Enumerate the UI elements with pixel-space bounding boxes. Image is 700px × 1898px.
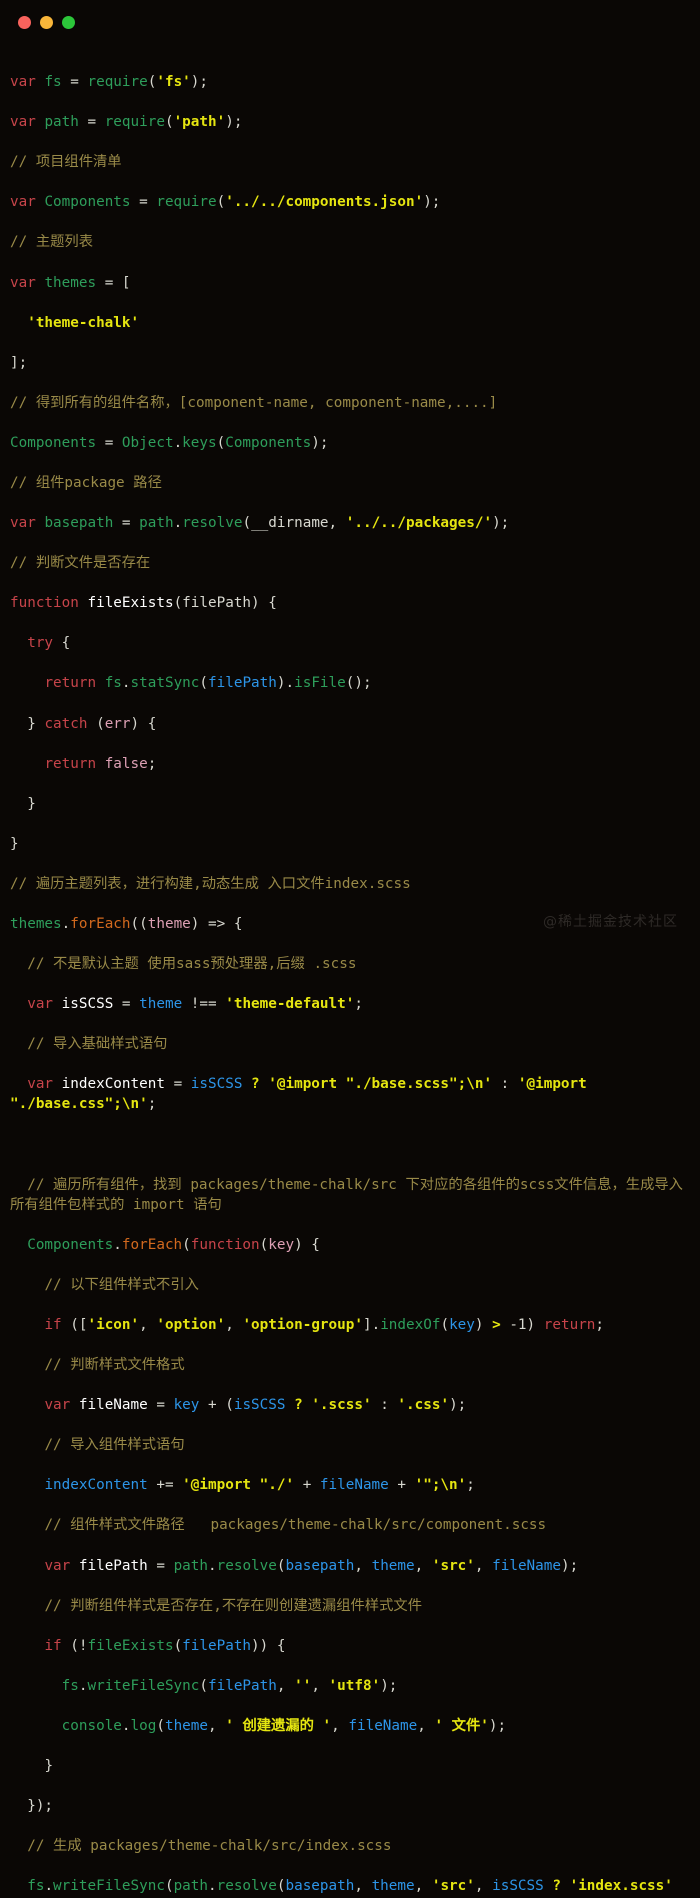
code-line: return false; [44, 755, 157, 772]
code-line-comment: // 得到所有的组件名称，[component-name, component-… [10, 394, 498, 411]
code-line-comment: // 生成 packages/theme-chalk/src/index.scs… [27, 1838, 392, 1855]
code-line: var themes = [ [10, 274, 131, 291]
code-line: } catch (err) { [10, 715, 157, 732]
code-line-comment: // 以下组件样式不引入 [44, 1276, 199, 1293]
code-line: Components = Object.keys(Components); [10, 434, 329, 451]
watermark: @稀土掘金技术社区 [543, 914, 678, 930]
code-line: function fileExists(filePath) { [10, 595, 277, 612]
code-line: var fileName = key + (isSCSS ? '.scss' :… [44, 1397, 467, 1414]
window-controls [18, 15, 75, 29]
code-line: var Components = require('../../componen… [10, 194, 441, 211]
code-line: } [10, 835, 19, 852]
code-line-comment: // 项目组件清单 [10, 154, 122, 171]
close-button-icon[interactable] [18, 15, 31, 29]
code-line-comment: // 遍历主题列表，进行构建,动态生成 入口文件index.scss [10, 875, 411, 892]
window-titlebar [0, 0, 700, 44]
code-line: var isSCSS = theme !== 'theme-default'; [27, 996, 363, 1013]
code-line-comment: // 判断文件是否存在 [10, 555, 151, 572]
code-line: var path = require('path'); [10, 114, 243, 131]
code-line: }); [10, 1798, 54, 1815]
code-line-comment: // 主题列表 [10, 234, 94, 251]
code-window: var fs = require('fs'); var path = requi… [0, 0, 700, 1894]
code-line-comment: // 组件package 路径 [10, 474, 162, 491]
code-line: fs.writeFileSync(path.resolve(basepath, … [27, 1878, 673, 1895]
code-line: fs.writeFileSync(filePath, '', 'utf8'); [61, 1677, 398, 1694]
code-line: } [10, 795, 36, 812]
code-line: console.log(theme, ' 创建遗漏的 ', fileName, … [61, 1717, 507, 1734]
code-line: ]; [10, 354, 28, 371]
code-line-comment: // 导入组件样式语句 [44, 1437, 185, 1454]
code-line: indexContent += '@import "./' + fileName… [44, 1477, 475, 1494]
code-line: if (!fileExists(filePath)) { [44, 1637, 286, 1654]
code-line-comment: // 遍历所有组件，找到 packages/theme-chalk/src 下对… [10, 1176, 683, 1213]
code-line: try { [27, 635, 71, 652]
code-line: if (['icon', 'option', 'option-group'].i… [44, 1316, 605, 1333]
code-line: } [10, 1757, 54, 1774]
code-line-comment: // 判断组件样式是否存在,不存在则创建遗漏组件样式文件 [44, 1597, 422, 1614]
code-line: Components.forEach(function(key) { [27, 1236, 320, 1253]
code-editor-content[interactable]: var fs = require('fs'); var path = requi… [0, 44, 700, 1898]
code-line-comment: // 导入基础样式语句 [27, 1036, 168, 1053]
maximize-button-icon[interactable] [62, 15, 75, 29]
code-line: var basepath = path.resolve(__dirname, '… [10, 515, 510, 532]
minimize-button-icon[interactable] [40, 15, 53, 29]
code-line: var filePath = path.resolve(basepath, th… [44, 1557, 579, 1574]
code-line: return fs.statSync(filePath).isFile(); [44, 675, 372, 692]
code-line: var indexContent = isSCSS ? '@import "./… [10, 1076, 596, 1113]
code-line-comment: // 组件样式文件路径 packages/theme-chalk/src/com… [44, 1517, 547, 1534]
code-line-comment: // 判断样式文件格式 [44, 1357, 185, 1374]
code-line-comment: // 不是默认主题 使用sass预处理器,后缀 .scss [27, 956, 357, 973]
code-line: 'theme-chalk' [27, 314, 140, 331]
code-line: var fs = require('fs'); [10, 74, 209, 91]
